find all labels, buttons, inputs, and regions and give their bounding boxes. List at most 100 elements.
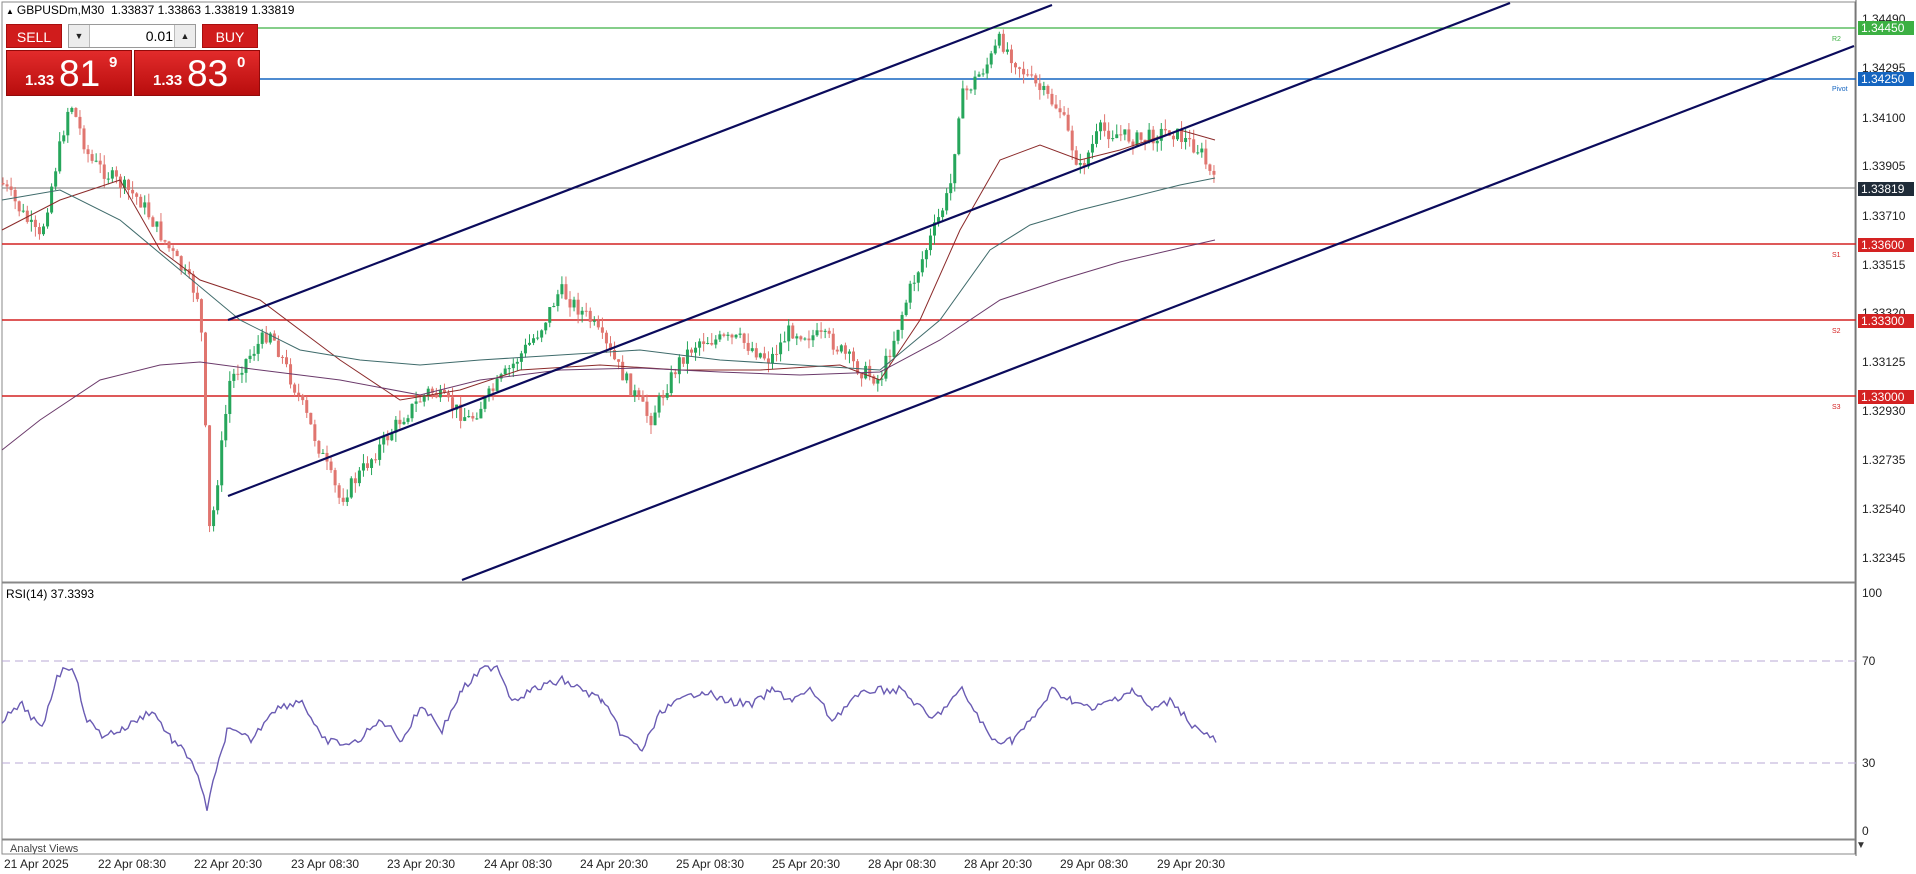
analyst-views-panel[interactable]: Analyst Views xyxy=(10,844,78,854)
buy-price-prefix: 1.33 xyxy=(153,72,183,89)
candle-body xyxy=(204,332,207,426)
candle-body xyxy=(823,330,827,332)
candle-body xyxy=(1192,139,1196,153)
candle-body xyxy=(726,334,730,336)
candle-body xyxy=(159,221,163,241)
candle-body xyxy=(949,183,953,194)
candle-body xyxy=(171,248,175,251)
candle-body xyxy=(989,53,993,65)
candle-body xyxy=(131,189,135,194)
candle-body xyxy=(90,154,94,161)
sell-price-button[interactable]: 1.33 81 9 xyxy=(6,50,132,96)
candle-body xyxy=(669,372,673,394)
candle-body xyxy=(511,363,515,369)
candle-body xyxy=(1111,138,1115,140)
candle-body xyxy=(151,217,155,227)
candle-body xyxy=(1095,131,1098,144)
candle-body xyxy=(175,250,179,257)
candle-body xyxy=(1159,128,1163,141)
candle-body xyxy=(285,357,288,365)
candle-body xyxy=(957,118,961,155)
time-tick: 25 Apr 08:30 xyxy=(676,857,745,871)
candle-body xyxy=(1078,163,1082,165)
candle-body xyxy=(758,353,762,358)
channel-lower-line xyxy=(461,44,1855,582)
rsi-tick: 100 xyxy=(1862,586,1883,600)
time-tick: 23 Apr 08:30 xyxy=(291,857,360,871)
candle-body xyxy=(1188,138,1192,140)
price-tick: 1.32930 xyxy=(1862,404,1906,418)
candle-body xyxy=(754,348,758,358)
candle-body xyxy=(252,353,256,356)
candle-body xyxy=(997,33,1001,46)
chevron-down-icon[interactable]: ▼ xyxy=(1856,840,1866,851)
candle-body xyxy=(904,302,908,315)
candle-body xyxy=(163,240,167,242)
candle-body xyxy=(21,210,25,212)
candle-body xyxy=(349,478,353,498)
candle-body xyxy=(681,357,685,364)
candle-body xyxy=(969,89,973,91)
candle-body xyxy=(941,210,945,218)
price-chart[interactable] xyxy=(0,0,1916,874)
candle-body xyxy=(293,384,297,393)
buy-button[interactable]: BUY xyxy=(202,24,258,48)
candle-body xyxy=(398,419,402,425)
candle-body xyxy=(807,338,811,341)
ma-fast-line xyxy=(1,129,1216,401)
candle-body xyxy=(256,343,260,354)
candle-body xyxy=(787,325,791,342)
candle-body xyxy=(321,452,325,454)
candle-body xyxy=(908,283,912,303)
time-tick: 28 Apr 08:30 xyxy=(868,857,937,871)
candle-body xyxy=(386,435,390,441)
price-tick: 1.33515 xyxy=(1862,258,1906,272)
chevron-down-icon[interactable]: ▼ xyxy=(69,25,90,47)
candle-body xyxy=(633,390,637,396)
candle-body xyxy=(827,330,831,334)
candle-body xyxy=(803,338,807,340)
time-tick: 29 Apr 08:30 xyxy=(1060,857,1129,871)
rsi-tick: 30 xyxy=(1862,756,1876,770)
candle-body xyxy=(552,305,556,308)
chevron-up-icon[interactable]: ▲ xyxy=(174,25,195,47)
time-tick: 23 Apr 20:30 xyxy=(387,857,456,871)
sell-button[interactable]: SELL xyxy=(6,24,62,48)
candle-body xyxy=(710,342,714,345)
lot-size-stepper[interactable]: ▼ ▲ xyxy=(68,24,196,48)
candle-body xyxy=(617,359,621,362)
candle-body xyxy=(1090,143,1094,153)
candle-body xyxy=(649,415,653,426)
buy-price-button[interactable]: 1.33 83 0 xyxy=(134,50,260,96)
lot-size-input[interactable] xyxy=(91,26,173,45)
candle-body xyxy=(1171,135,1175,140)
rsi-line xyxy=(1,664,1217,811)
candle-body xyxy=(592,320,596,322)
candle-body xyxy=(82,128,86,150)
candle-body xyxy=(479,408,483,419)
candle-body xyxy=(29,219,33,222)
candle-body xyxy=(1034,75,1038,84)
candle-body xyxy=(588,310,592,322)
candle-body xyxy=(276,340,280,357)
candle-body xyxy=(1208,164,1212,171)
candle-body xyxy=(305,400,309,413)
candle-body xyxy=(556,294,560,306)
candle-body xyxy=(884,355,888,379)
channel-upper-line xyxy=(227,3,1053,322)
candle-body xyxy=(1022,68,1026,75)
candle-body xyxy=(645,401,649,416)
analyst-pane-frame xyxy=(1,839,1856,855)
candle-body xyxy=(74,107,78,117)
candle-body xyxy=(661,395,665,398)
candle-body xyxy=(811,335,815,341)
candle-body xyxy=(685,349,689,364)
candle-body xyxy=(544,322,548,331)
triangle-icon[interactable]: ▲ xyxy=(6,7,14,16)
candle-body xyxy=(831,333,835,350)
candle-body xyxy=(993,45,997,54)
candle-body xyxy=(771,353,774,364)
candle-body xyxy=(548,307,552,323)
candle-body xyxy=(317,440,321,454)
candle-body xyxy=(5,184,9,187)
